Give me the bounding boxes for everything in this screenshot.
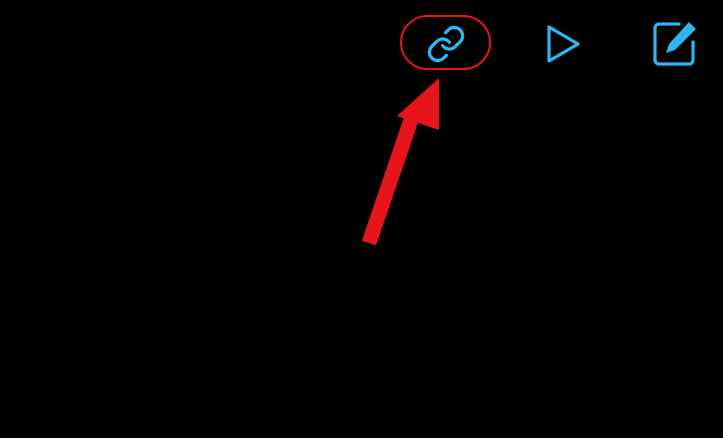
edit-icon	[653, 22, 696, 66]
play-icon	[547, 25, 580, 63]
highlight-ring	[400, 15, 491, 70]
edit-button[interactable]	[648, 16, 702, 70]
play-button[interactable]	[538, 20, 586, 68]
toolbar	[0, 0, 723, 90]
